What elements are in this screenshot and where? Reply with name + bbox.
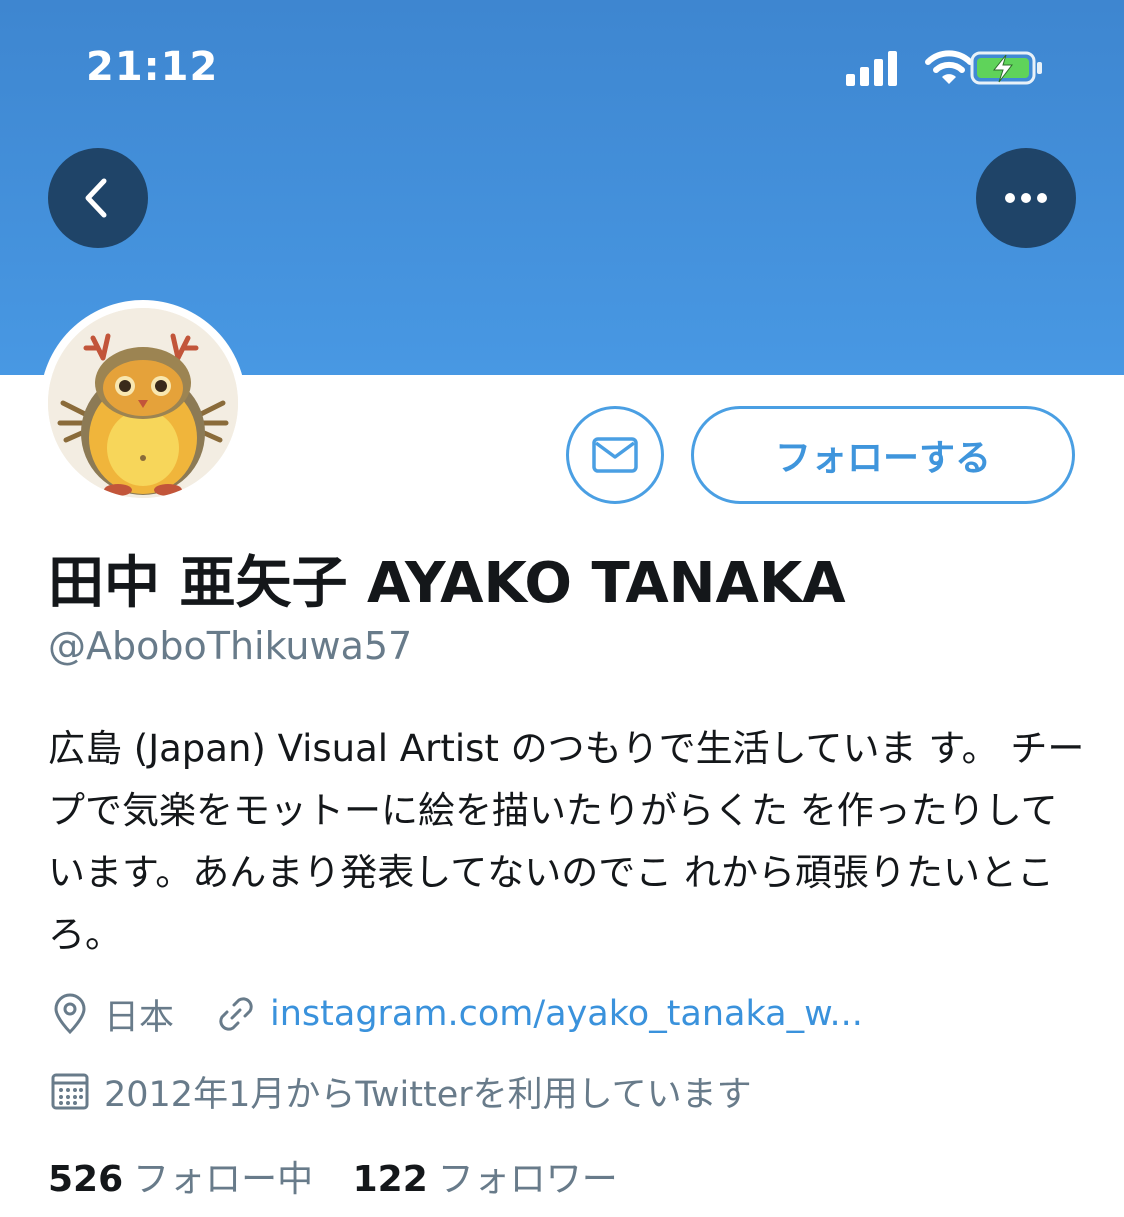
avatar[interactable] [48,308,238,498]
envelope-icon [592,437,638,473]
location-pin-icon [54,993,86,1035]
follow-button[interactable]: フォローする [691,406,1075,504]
wifi-icon [925,50,973,84]
profile-bio: 広島 (Japan) Visual Artist のつもりで生活していま す。 … [48,727,1085,956]
followers-label: フォロワー [437,1159,618,1200]
profile-joined-date: 2012年1月からTwitterを利用しています [104,1074,752,1115]
following-label: フォロー中 [133,1159,314,1200]
profile-meta-row: 日本 instagram.com/ayako_tanaka_w... [48,990,863,1038]
followers-count: 122 [352,1159,428,1200]
more-horizontal-icon [1005,193,1047,203]
avatar-illustration [48,308,238,498]
signal-icon [846,51,897,86]
calendar-icon [51,1073,89,1110]
profile-stats: 526 フォロー中 122 フォロワー [48,1150,618,1202]
status-time: 21:12 [86,44,219,90]
link-icon [219,997,253,1031]
user-handle: @AboboThikuwa57 [48,624,413,668]
followers-link[interactable]: 122 フォロワー [353,1159,618,1200]
message-button[interactable] [566,406,664,504]
chevron-left-icon [85,178,107,218]
more-options-button[interactable] [976,148,1076,248]
display-name: 田中 亜矢子 AYAKO TANAKA [48,551,846,616]
following-count: 526 [48,1159,124,1200]
profile-location: 日本 [104,997,175,1038]
back-button[interactable] [48,148,148,248]
battery-charging-icon [970,51,1042,85]
profile-website-link[interactable]: instagram.com/ayako_tanaka_w... [270,994,863,1034]
profile-joined-row: 2012年1月からTwitterを利用しています [48,1067,752,1115]
following-link[interactable]: 526 フォロー中 [48,1159,325,1200]
